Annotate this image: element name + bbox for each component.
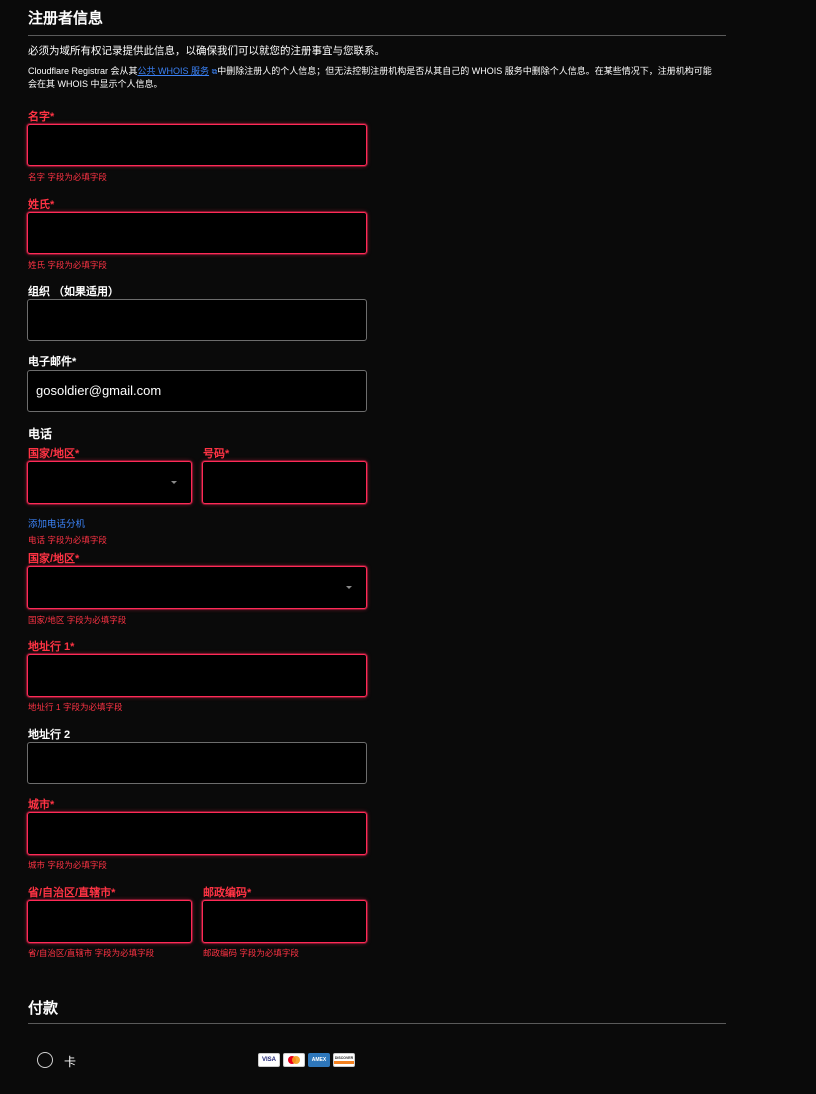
first-name-input[interactable] bbox=[27, 124, 367, 166]
registrant-title: 注册者信息 bbox=[28, 10, 104, 27]
whois-notice: Cloudflare Registrar 会从其公共 WHOIS 服务 ⧉中删除… bbox=[28, 65, 728, 90]
visa-icon: VISA bbox=[258, 1053, 280, 1067]
country-select[interactable] bbox=[27, 566, 367, 609]
whois-link[interactable]: 公共 WHOIS 服务 bbox=[138, 66, 210, 76]
whois-line1-suffix: 中删除注册人的个人信息；但无法控制注册机构是否从其自己的 WHOIS 服务中删除… bbox=[217, 66, 712, 76]
email-input[interactable]: gosoldier@gmail.com bbox=[27, 370, 367, 412]
organization-label: 组织 （如果适用） bbox=[28, 286, 120, 298]
country-label: 国家/地区* bbox=[28, 553, 80, 565]
whois-line2: 会在其 WHOIS 中显示个人信息。 bbox=[28, 79, 163, 89]
phone-number-input[interactable] bbox=[202, 461, 367, 504]
phone-country-select[interactable] bbox=[27, 461, 192, 504]
state-error: 省/自治区/直辖市 字段为必填字段 bbox=[28, 948, 155, 958]
postal-label: 邮政编码* bbox=[203, 887, 252, 899]
last-name-label: 姓氏* bbox=[28, 199, 55, 211]
card-label: 卡 bbox=[64, 1055, 77, 1069]
phone-country-label: 国家/地区* bbox=[28, 448, 80, 460]
discover-icon: DISCOVER bbox=[333, 1053, 355, 1067]
city-input[interactable] bbox=[27, 812, 367, 855]
discover-stripe bbox=[334, 1061, 354, 1064]
card-radio[interactable] bbox=[37, 1052, 53, 1068]
email-value: gosoldier@gmail.com bbox=[36, 383, 162, 398]
state-input[interactable] bbox=[27, 900, 192, 943]
chevron-down-icon bbox=[346, 586, 352, 589]
payment-divider bbox=[28, 1023, 726, 1024]
mastercard-icon: MC bbox=[283, 1053, 305, 1067]
address2-input[interactable] bbox=[27, 742, 367, 784]
address1-input[interactable] bbox=[27, 654, 367, 697]
phone-group-label: 电话 bbox=[28, 427, 53, 441]
phone-error: 电话 字段为必填字段 bbox=[28, 535, 107, 545]
chevron-down-icon bbox=[171, 481, 177, 484]
whois-prefix: Cloudflare Registrar 会从其 bbox=[28, 66, 138, 76]
last-name-error: 姓氏 字段为必填字段 bbox=[28, 260, 107, 270]
email-label: 电子邮件* bbox=[28, 356, 77, 368]
address2-label: 地址行 2 bbox=[28, 729, 71, 741]
city-error: 城市 字段为必填字段 bbox=[28, 860, 107, 870]
payment-title: 付款 bbox=[28, 1000, 59, 1017]
city-label: 城市* bbox=[28, 799, 55, 811]
postal-error: 邮政编码 字段为必填字段 bbox=[203, 948, 299, 958]
state-label: 省/自治区/直辖市* bbox=[28, 887, 116, 899]
add-extension-link[interactable]: 添加电话分机 bbox=[28, 516, 85, 530]
postal-input[interactable] bbox=[202, 900, 367, 943]
section-divider bbox=[28, 35, 726, 36]
mastercard-circles bbox=[288, 1056, 300, 1064]
address1-error: 地址行 1 字段为必填字段 bbox=[28, 702, 123, 712]
amex-icon: AMEX bbox=[308, 1053, 330, 1067]
country-error: 国家/地区 字段为必填字段 bbox=[28, 615, 127, 625]
address1-label: 地址行 1* bbox=[28, 641, 75, 653]
phone-number-label: 号码* bbox=[203, 448, 230, 460]
registrant-intro: 必须为域所有权记录提供此信息，以确保我们可以就您的注册事宜与您联系。 bbox=[28, 45, 385, 57]
first-name-label: 名字* bbox=[28, 111, 55, 123]
organization-input[interactable] bbox=[27, 299, 367, 341]
last-name-input[interactable] bbox=[27, 212, 367, 254]
first-name-error: 名字 字段为必填字段 bbox=[28, 172, 107, 182]
